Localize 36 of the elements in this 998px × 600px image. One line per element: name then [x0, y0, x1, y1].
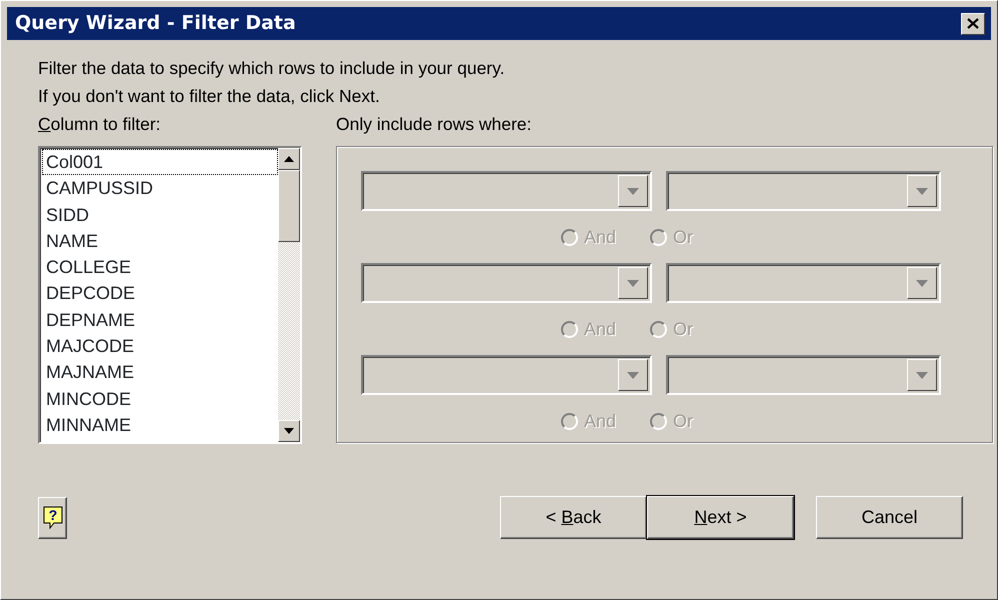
wizard-button[interactable]: < Back — [500, 496, 647, 539]
wizard-button[interactable]: Cancel — [816, 496, 963, 539]
scroll-thumb[interactable] — [278, 170, 300, 242]
window-title: Query Wizard - Filter Data — [15, 11, 296, 36]
list-item[interactable]: MINCODE — [42, 386, 278, 412]
down-arrow-icon — [284, 428, 294, 434]
wizard-button[interactable]: Next > — [647, 496, 794, 539]
list-item[interactable]: MAJCODE — [42, 333, 278, 360]
caret-icon — [627, 372, 639, 378]
help-button[interactable]: ? — [38, 496, 67, 538]
scroll-down-button[interactable] — [278, 420, 300, 442]
caret-icon — [916, 280, 928, 286]
close-button[interactable] — [961, 12, 985, 34]
help-icon: ? — [42, 506, 62, 530]
up-arrow-icon — [284, 156, 294, 162]
close-icon — [967, 18, 979, 29]
column-list[interactable]: Col001 CAMPUSSID SIDD NAME COLLEGE DEPCODE DEPNAME MAJCODE MAJNAME MINCODE MINNAME — [38, 146, 302, 444]
scroll-up-button[interactable] — [278, 148, 300, 170]
list-item[interactable]: MAJNAME — [42, 359, 278, 386]
list-item[interactable]: Col001 — [42, 149, 278, 176]
caret-icon — [916, 188, 928, 194]
caret-icon — [627, 188, 639, 194]
column-list-label: Column to filter: — [38, 113, 161, 136]
instruction-text: Filter the data to specify which rows to include in your query. — [38, 57, 505, 80]
list-item[interactable]: MINNAME — [42, 412, 278, 438]
instruction-text: If you don't want to filter the data, click Next. — [38, 85, 380, 108]
list-item[interactable]: DEPNAME — [42, 306, 278, 334]
scrollbar[interactable] — [278, 148, 300, 442]
list-item[interactable]: DEPCODE — [42, 280, 278, 307]
list-item[interactable]: NAME — [42, 228, 278, 254]
criteria-label: Only include rows where: — [336, 113, 532, 136]
list-item[interactable]: CAMPUSSID — [42, 175, 278, 202]
list-item[interactable]: COLLEGE — [42, 254, 278, 280]
caret-icon — [916, 372, 928, 378]
caret-icon — [627, 280, 639, 286]
list-item[interactable]: SIDD — [42, 202, 278, 228]
